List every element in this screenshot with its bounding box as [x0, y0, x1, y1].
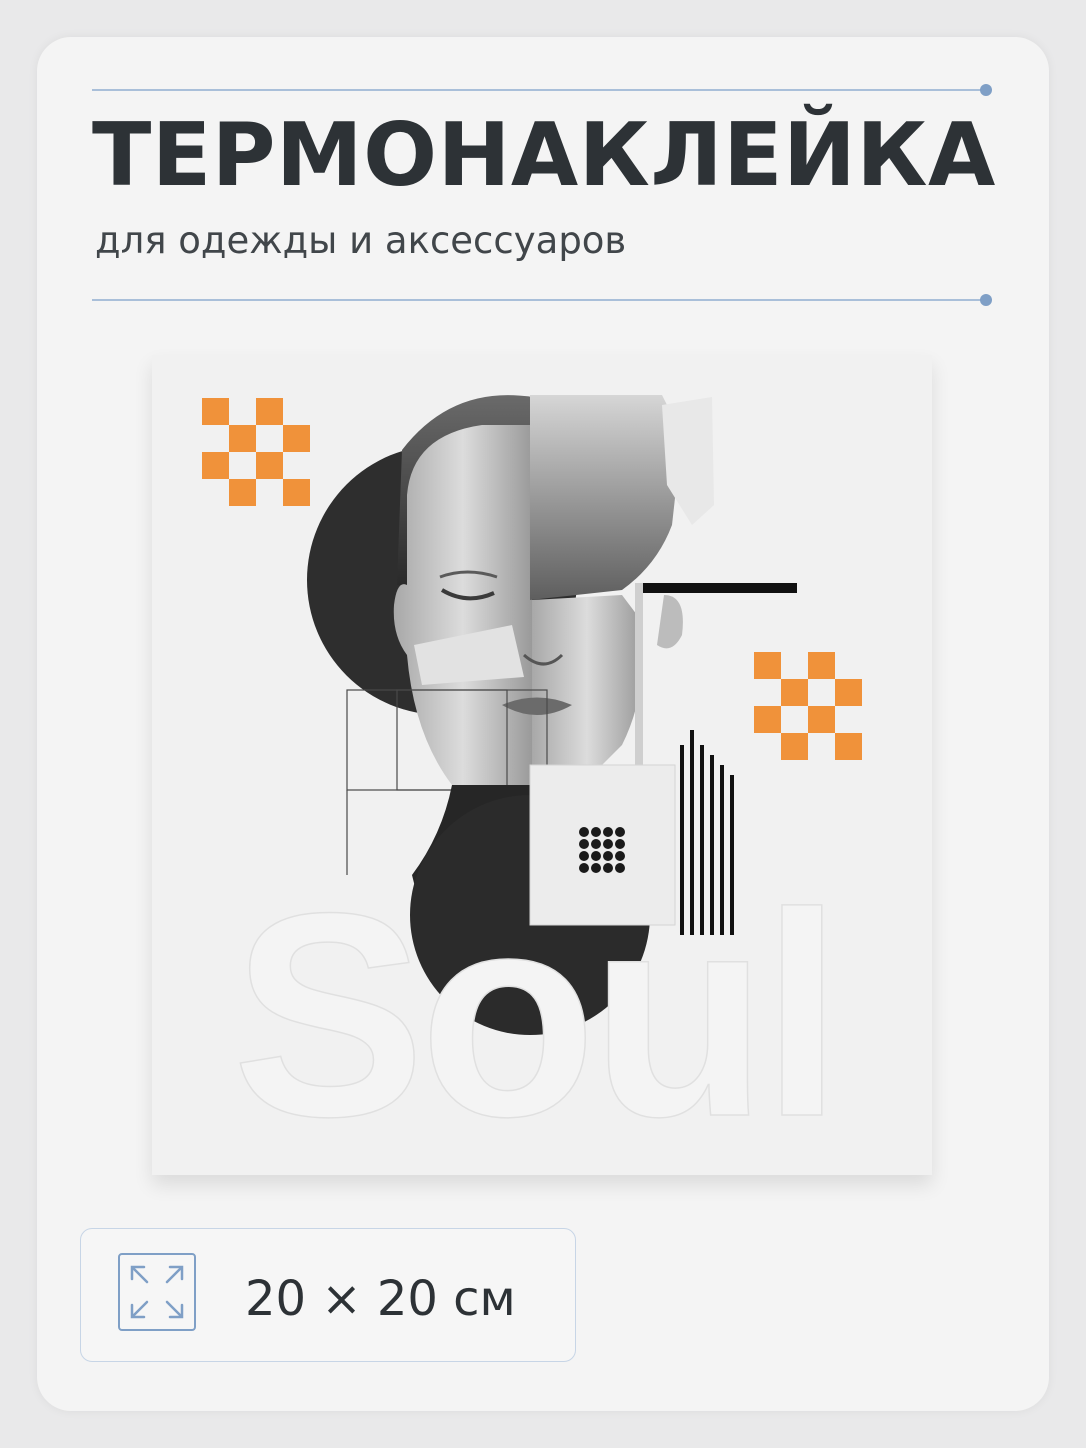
size-label: 20 × 20 см	[245, 1275, 516, 1323]
orange-checker-pattern	[202, 398, 310, 506]
product-subtitle: для одежды и аксессуаров	[95, 219, 627, 262]
divider-dot	[980, 84, 992, 96]
divider-dot	[980, 294, 992, 306]
size-value: 20 × 20	[245, 1271, 438, 1327]
expand-arrows-icon	[118, 1253, 196, 1331]
soul-lettering: Soul	[232, 853, 836, 1175]
size-info-box: 20 × 20 см	[80, 1228, 576, 1362]
black-bar-shape	[635, 583, 797, 593]
sticker-artwork: Soul	[152, 355, 932, 1175]
bottom-divider	[92, 294, 992, 306]
top-divider	[92, 84, 992, 96]
product-title: ТЕРМОНАКЛЕЙКА	[92, 104, 996, 206]
size-unit: см	[453, 1271, 516, 1327]
collage-illustration: Soul	[202, 395, 862, 1175]
orange-checker-pattern	[754, 652, 862, 760]
